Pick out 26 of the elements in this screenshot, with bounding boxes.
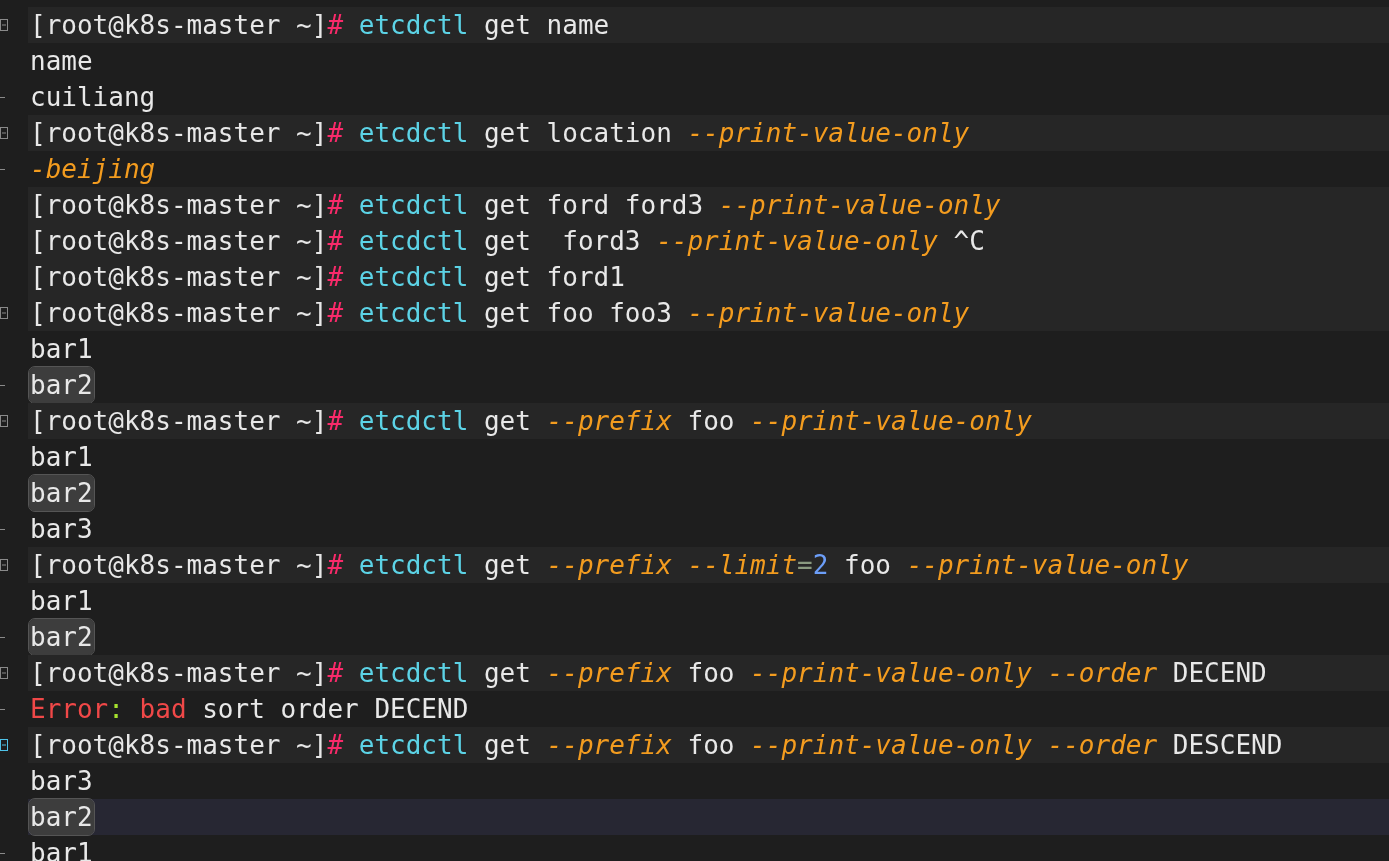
output-line: bar1 [29,333,94,366]
fold-icon[interactable] [0,415,8,427]
output-line: name [29,45,94,78]
output-line: Error: bad sort order DECEND [29,693,470,726]
fold-icon[interactable] [0,127,8,139]
command-line: [root@k8s-master ~]# etcdctl get --prefix --limit=2 foo --print-value-only [29,549,1190,582]
fold-icon[interactable] [0,307,8,319]
command-line: [root@k8s-master ~]# etcdctl get --prefix foo --print-value-only [29,405,1033,438]
command-line: [root@k8s-master ~]# etcdctl get ford3 --print-value-only ^C [29,225,986,258]
command-line: [root@k8s-master ~]# etcdctl get ford1 [29,261,626,294]
command-line: [root@k8s-master ~]# etcdctl get name [29,9,611,42]
command-line: [root@k8s-master ~]# etcdctl get --prefix foo --print-value-only --order DESCEND [29,729,1284,762]
output-line: bar1 [29,585,94,618]
output-line: bar3 [29,765,94,798]
command-line: [root@k8s-master ~]# etcdctl get foo foo3 --print-value-only [29,297,971,330]
fold-icon[interactable] [0,667,8,679]
output-line: cuiliang [29,81,157,114]
fold-icon[interactable] [0,559,8,571]
output-line: -beijing [29,153,157,186]
output-line: bar3 [29,513,94,546]
output-line: bar1 [29,441,94,474]
command-line: [root@k8s-master ~]# etcdctl get --prefix foo --print-value-only --order DECEND [29,657,1268,690]
fold-icon[interactable] [0,19,8,31]
fold-icon[interactable] [0,739,8,751]
command-line: [root@k8s-master ~]# etcdctl get location --print-value-only [29,117,971,150]
command-line: [root@k8s-master ~]# etcdctl get ford ford3 --print-value-only [29,189,1002,222]
